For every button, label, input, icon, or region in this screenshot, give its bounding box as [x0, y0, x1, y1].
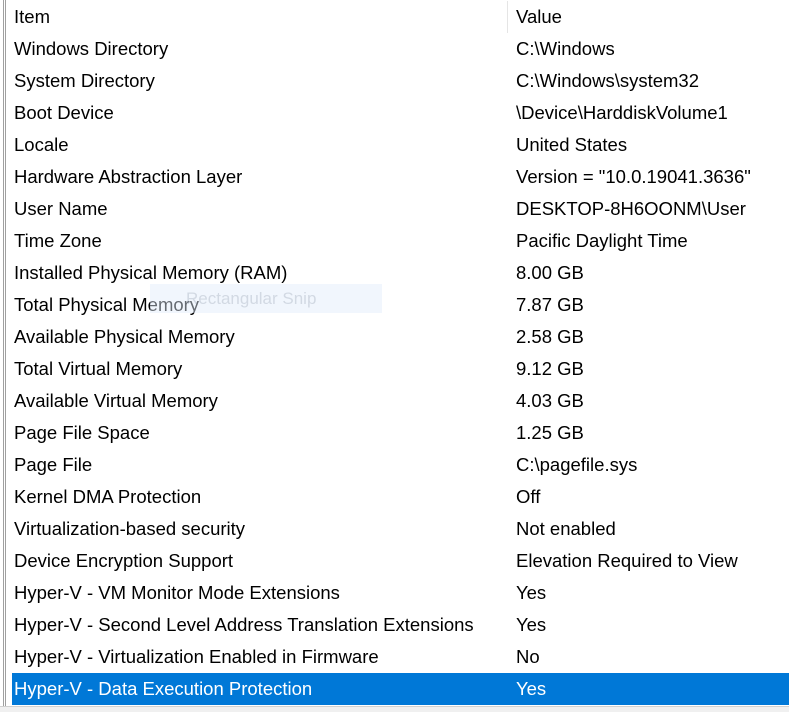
value-cell: 2.58 GB: [516, 326, 584, 347]
item-cell: Hyper-V - Second Level Address Translati…: [14, 614, 474, 635]
item-cell: Boot Device: [14, 102, 114, 123]
table-row[interactable]: Locale United States: [12, 129, 789, 161]
table-row[interactable]: Kernel DMA Protection Off: [12, 481, 789, 513]
table-row[interactable]: Windows Directory C:\Windows: [12, 33, 789, 65]
system-summary-list: Item Value Windows Directory C:\Windows Sy…: [12, 1, 789, 705]
rectangular-snip-tooltip: Rectangular Snip: [150, 284, 382, 313]
item-cell: Windows Directory: [14, 38, 169, 59]
item-cell: User Name: [14, 198, 108, 219]
item-cell: Hyper-V - Virtualization Enabled in Firm…: [14, 646, 379, 667]
item-cell: System Directory: [14, 70, 155, 91]
item-cell: Hardware Abstraction Layer: [14, 166, 243, 187]
item-cell: Available Physical Memory: [14, 326, 235, 347]
list-header: Item Value: [12, 1, 789, 33]
item-cell: Page File Space: [14, 422, 150, 443]
item-cell: Device Encryption Support: [14, 550, 234, 571]
value-cell: C:\Windows\system32: [516, 70, 699, 91]
value-cell: Yes: [516, 582, 547, 603]
value-cell: C:\pagefile.sys: [516, 454, 638, 475]
column-header-item[interactable]: Item: [14, 1, 50, 33]
value-cell: DESKTOP-8H6OONM\User: [516, 198, 746, 219]
value-cell: C:\Windows: [516, 38, 615, 59]
column-header-value[interactable]: Value: [516, 1, 562, 33]
item-cell: Available Virtual Memory: [14, 390, 218, 411]
table-row[interactable]: Hyper-V - Virtualization Enabled in Firm…: [12, 641, 789, 673]
value-cell: Not enabled: [516, 518, 616, 539]
table-row[interactable]: Available Virtual Memory 4.03 GB: [12, 385, 789, 417]
table-row[interactable]: Available Physical Memory 2.58 GB: [12, 321, 789, 353]
column-divider[interactable]: [507, 1, 508, 33]
table-row[interactable]: Total Physical Memory 7.87 GB: [12, 289, 789, 321]
table-row[interactable]: Hyper-V - Data Execution Protection Yes: [12, 673, 789, 705]
item-cell: Hyper-V - VM Monitor Mode Extensions: [14, 582, 340, 603]
table-row[interactable]: User Name DESKTOP-8H6OONM\User: [12, 193, 789, 225]
value-cell: 4.03 GB: [516, 390, 584, 411]
table-row[interactable]: Device Encryption Support Elevation Requi…: [12, 545, 789, 577]
table-row[interactable]: Boot Device \Device\HarddiskVolume1: [12, 97, 789, 129]
table-row[interactable]: Hardware Abstraction Layer Version = "10.…: [12, 161, 789, 193]
value-cell: No: [516, 646, 540, 667]
value-cell: Off: [516, 486, 541, 507]
value-cell: Yes: [516, 678, 547, 699]
value-cell: 9.12 GB: [516, 358, 584, 379]
item-cell: Time Zone: [14, 230, 102, 251]
table-row[interactable]: Page File Space 1.25 GB: [12, 417, 789, 449]
table-row[interactable]: Virtualization-based security Not enabled: [12, 513, 789, 545]
value-cell: \Device\HarddiskVolume1: [516, 102, 728, 123]
value-cell: Pacific Daylight Time: [516, 230, 688, 251]
value-cell: 8.00 GB: [516, 262, 584, 283]
item-cell: Kernel DMA Protection: [14, 486, 202, 507]
value-cell: Yes: [516, 614, 547, 635]
table-row[interactable]: Hyper-V - VM Monitor Mode Extensions Yes: [12, 577, 789, 609]
item-cell: Virtualization-based security: [14, 518, 246, 539]
value-cell: United States: [516, 134, 628, 155]
table-row[interactable]: Hyper-V - Second Level Address Translati…: [12, 609, 789, 641]
value-cell: Elevation Required to View: [516, 550, 738, 571]
item-cell: Hyper-V - Data Execution Protection: [14, 678, 313, 699]
table-row[interactable]: Installed Physical Memory (RAM) 8.00 GB: [12, 257, 789, 289]
horizontal-scrollbar[interactable]: [0, 706, 789, 712]
value-cell: Version = "10.0.19041.3636": [516, 166, 751, 187]
table-row[interactable]: System Directory C:\Windows\system32: [12, 65, 789, 97]
item-cell: Page File: [14, 454, 93, 475]
table-row[interactable]: Time Zone Pacific Daylight Time: [12, 225, 789, 257]
table-row[interactable]: Page File C:\pagefile.sys: [12, 449, 789, 481]
value-cell: 7.87 GB: [516, 294, 584, 315]
item-cell: Locale: [14, 134, 69, 155]
item-cell: Total Virtual Memory: [14, 358, 183, 379]
value-cell: 1.25 GB: [516, 422, 584, 443]
table-row[interactable]: Total Virtual Memory 9.12 GB: [12, 353, 789, 385]
list-border: [3, 0, 6, 706]
